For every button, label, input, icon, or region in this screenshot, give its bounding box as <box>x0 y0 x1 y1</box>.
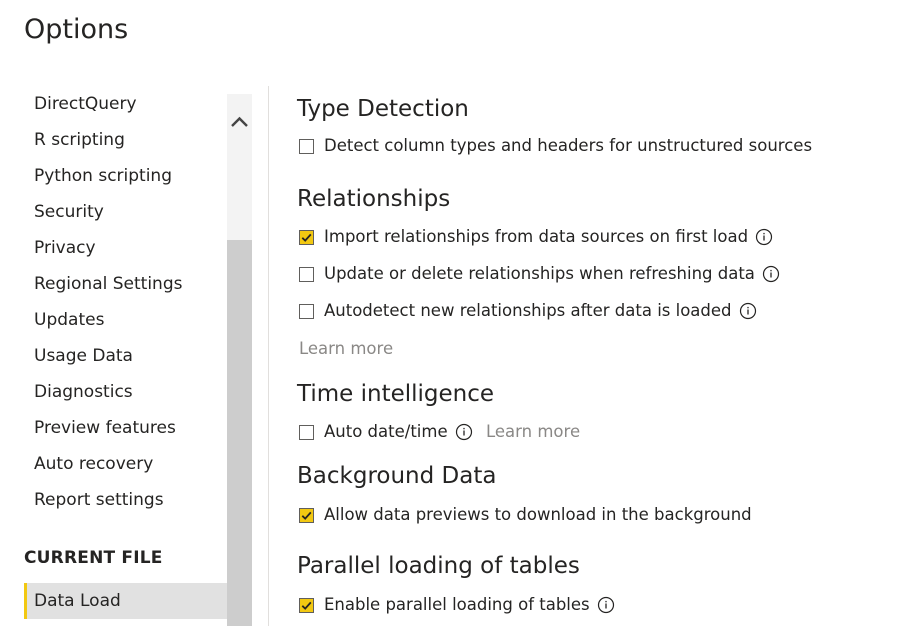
import-relationships-label: Import relationships from data sources o… <box>324 227 749 246</box>
autodetect-relationships-option[interactable]: Autodetect new relationships after data … <box>299 300 757 322</box>
detect-column-types-label: Detect column types and headers for unst… <box>324 136 813 155</box>
parallel-loading-heading: Parallel loading of tables <box>297 553 580 579</box>
type-detection-heading: Type Detection <box>297 96 469 122</box>
sidebar-item-usage-data[interactable]: Usage Data <box>34 344 133 368</box>
sidebar-item-diagnostics[interactable]: Diagnostics <box>34 380 133 404</box>
sidebar-item-r-scripting[interactable]: R scripting <box>34 128 125 152</box>
info-icon[interactable] <box>755 228 773 246</box>
sidebar-item-preview-features[interactable]: Preview features <box>34 416 176 440</box>
sidebar-item-report-settings[interactable]: Report settings <box>34 488 164 512</box>
auto-date-time-checkbox[interactable] <box>299 424 314 440</box>
time-intelligence-learn-more-link[interactable]: Learn more <box>486 421 580 443</box>
checkmark-icon <box>301 601 312 610</box>
sidebar-item-label: Data Load <box>34 591 121 611</box>
sidebar-scrollbar[interactable] <box>227 94 252 626</box>
vertical-divider <box>268 86 269 626</box>
enable-parallel-loading-checkbox[interactable] <box>299 597 314 613</box>
enable-parallel-loading-option[interactable]: Enable parallel loading of tables <box>299 594 615 616</box>
sidebar-item-python-scripting[interactable]: Python scripting <box>34 164 172 188</box>
update-delete-relationships-option[interactable]: Update or delete relationships when refr… <box>299 263 780 285</box>
sidebar-item-security[interactable]: Security <box>34 200 104 224</box>
info-icon[interactable] <box>455 423 473 441</box>
checkmark-icon <box>301 233 312 242</box>
sidebar-item-privacy[interactable]: Privacy <box>34 236 96 260</box>
background-data-heading: Background Data <box>297 463 497 489</box>
import-relationships-option[interactable]: Import relationships from data sources o… <box>299 226 773 248</box>
info-icon[interactable] <box>762 265 780 283</box>
options-dialog: Options DirectQuery R scripting Python s… <box>0 0 897 626</box>
auto-date-time-label: Auto date/time <box>324 422 448 441</box>
checkmark-icon <box>301 511 312 520</box>
allow-data-previews-checkbox[interactable] <box>299 507 314 523</box>
autodetect-relationships-label: Autodetect new relationships after data … <box>324 301 732 320</box>
sidebar-item-auto-recovery[interactable]: Auto recovery <box>34 452 153 476</box>
relationships-learn-more-link[interactable]: Learn more <box>299 338 393 360</box>
dialog-title: Options <box>24 14 129 45</box>
enable-parallel-loading-label: Enable parallel loading of tables <box>324 595 590 614</box>
autodetect-relationships-checkbox[interactable] <box>299 303 314 319</box>
sidebar-item-directquery[interactable]: DirectQuery <box>34 92 137 116</box>
detect-column-types-option[interactable]: Detect column types and headers for unst… <box>299 135 812 157</box>
update-delete-relationships-label: Update or delete relationships when refr… <box>324 264 755 283</box>
detect-column-types-checkbox[interactable] <box>299 138 314 154</box>
auto-date-time-option[interactable]: Auto date/time <box>299 421 473 443</box>
allow-data-previews-option[interactable]: Allow data previews to download in the b… <box>299 504 752 526</box>
import-relationships-checkbox[interactable] <box>299 229 314 245</box>
info-icon[interactable] <box>739 302 757 320</box>
update-delete-relationships-checkbox[interactable] <box>299 266 314 282</box>
chevron-up-icon[interactable] <box>227 112 252 132</box>
sidebar-item-regional-settings[interactable]: Regional Settings <box>34 272 182 296</box>
sidebar-item-updates[interactable]: Updates <box>34 308 104 332</box>
info-icon[interactable] <box>597 596 615 614</box>
relationships-heading: Relationships <box>297 186 451 212</box>
current-file-heading: CURRENT FILE <box>24 548 163 568</box>
sidebar-item-data-load[interactable]: Data Load <box>24 583 227 619</box>
allow-data-previews-label: Allow data previews to download in the b… <box>324 505 752 524</box>
scrollbar-thumb[interactable] <box>227 240 252 626</box>
time-intelligence-heading: Time intelligence <box>297 381 495 407</box>
